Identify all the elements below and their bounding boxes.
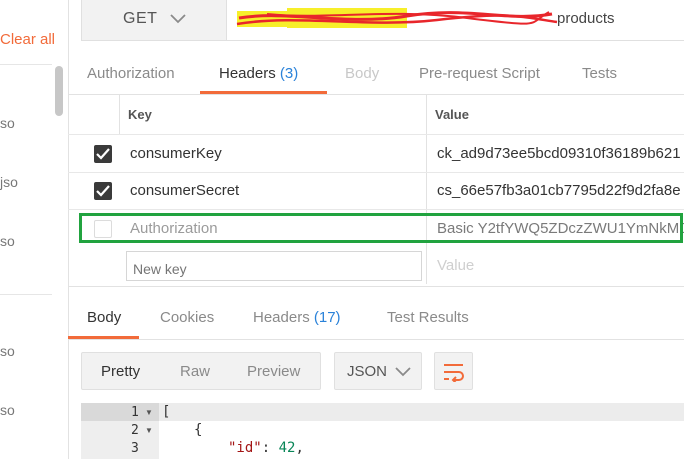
view-mode-preview[interactable]: Preview: [247, 363, 300, 380]
clear-all-button[interactable]: Clear all: [0, 31, 55, 48]
history-item[interactable]: so: [0, 233, 15, 249]
header-enabled-checkbox[interactable]: [94, 182, 112, 200]
line-number: 1: [131, 405, 139, 420]
line-number: 2: [131, 423, 139, 438]
view-mode-selector: Pretty Raw Preview: [81, 352, 321, 390]
code-line: "id": 42,: [228, 440, 304, 456]
redaction-marks: [236, 8, 558, 28]
history-item[interactable]: so: [0, 343, 15, 359]
tab-headers[interactable]: Headers (3): [219, 65, 298, 82]
section-divider: [68, 286, 684, 287]
chevron-down-icon: [395, 367, 411, 377]
response-tab-cookies[interactable]: Cookies: [160, 309, 214, 326]
sidebar-divider: [0, 64, 52, 65]
history-sidebar: Clear all so jso so so so: [0, 0, 69, 459]
highlight-annotation-box: [79, 213, 683, 243]
wrap-lines-button[interactable]: [434, 352, 473, 390]
check-icon: [96, 185, 110, 197]
fold-arrow-icon[interactable]: ▼: [145, 408, 153, 417]
url-text: products: [557, 10, 615, 27]
response-tabs-divider: [68, 339, 684, 340]
view-mode-raw[interactable]: Raw: [180, 363, 210, 380]
table-divider: [68, 134, 684, 135]
line-number: 3: [131, 441, 139, 456]
tabs-divider: [68, 94, 684, 95]
new-key-input[interactable]: [126, 251, 422, 281]
method-label: GET: [123, 10, 158, 27]
request-bar: GET products: [81, 0, 684, 42]
tab-prerequest-script[interactable]: Pre-request Script: [419, 65, 540, 82]
response-tab-headers-label: Headers: [253, 309, 310, 326]
table-divider: [426, 94, 427, 284]
json-comma: ,: [295, 440, 304, 456]
code-line: {: [194, 422, 203, 438]
history-item[interactable]: so: [0, 402, 15, 418]
header-key-cell[interactable]: consumerKey: [130, 145, 222, 162]
tab-body[interactable]: Body: [345, 65, 379, 82]
format-select[interactable]: JSON: [334, 352, 422, 390]
header-value-cell[interactable]: cs_66e57fb3a01cb7795d22f9d2fa8e: [437, 182, 681, 199]
view-mode-pretty[interactable]: Pretty: [101, 363, 140, 380]
table-divider: [68, 172, 684, 173]
header-value-cell[interactable]: ck_ad9d73ee5bcd09310f36189b621: [437, 145, 681, 162]
chevron-down-icon: [170, 14, 186, 24]
url-input[interactable]: products: [227, 0, 684, 41]
format-label: JSON: [347, 363, 388, 380]
active-line-highlight: [159, 403, 684, 421]
sidebar-scrollbar[interactable]: [55, 66, 63, 116]
json-key: "id": [228, 440, 262, 456]
response-tab-body[interactable]: Body: [87, 309, 121, 326]
response-tab-headers[interactable]: Headers (17): [253, 309, 341, 326]
history-item[interactable]: jso: [0, 174, 18, 190]
fold-arrow-icon[interactable]: ▼: [145, 426, 153, 435]
json-colon: :: [261, 440, 279, 456]
column-header-key: Key: [128, 107, 152, 122]
column-header-value: Value: [435, 107, 469, 122]
wrap-lines-icon: [444, 364, 464, 382]
table-divider: [68, 209, 684, 210]
response-headers-count-badge: (17): [313, 309, 341, 326]
tab-tests[interactable]: Tests: [582, 65, 617, 82]
json-number: 42: [278, 440, 296, 456]
header-enabled-checkbox[interactable]: [94, 145, 112, 163]
check-icon: [96, 148, 110, 160]
tab-authorization[interactable]: Authorization: [87, 65, 175, 82]
tab-headers-label: Headers: [219, 65, 276, 82]
sidebar-divider: [0, 294, 52, 295]
method-select[interactable]: GET: [81, 0, 227, 41]
code-line: [: [162, 404, 171, 420]
table-divider: [119, 94, 120, 134]
header-key-cell[interactable]: consumerSecret: [130, 182, 239, 199]
response-tab-test-results[interactable]: Test Results: [387, 309, 469, 326]
history-item[interactable]: so: [0, 115, 15, 131]
headers-count-badge: (3): [279, 65, 299, 82]
new-value-input[interactable]: Value: [437, 257, 474, 274]
